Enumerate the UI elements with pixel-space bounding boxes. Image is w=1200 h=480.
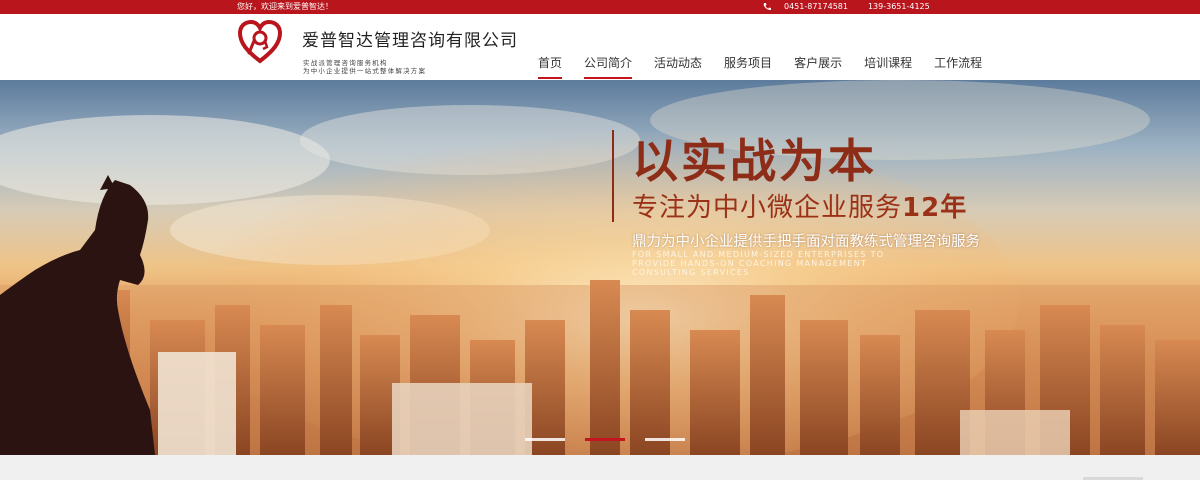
banner-english-text: FOR SMALL AND MEDIUM-SIZED ENTERPRISES T…: [632, 250, 885, 277]
welcome-text: 您好，欢迎来到爱普智达！: [237, 2, 333, 11]
nav-item-about[interactable]: 公司简介: [584, 54, 633, 79]
headline-divider: [612, 130, 614, 222]
slogan-line-2: 为中小企业提供一站式整体解决方案: [303, 67, 427, 75]
banner-description: 鼎力为中小企业提供手把手面对面教练式管理咨询服务: [632, 234, 980, 250]
banner-subline-number: 12年: [902, 193, 968, 223]
nav-item-home[interactable]: 首页: [538, 54, 563, 79]
slider-dot-2[interactable]: [585, 438, 625, 441]
heart-logo-icon[interactable]: [237, 19, 283, 65]
banner-subline: 专注为中小微企业服务12年: [632, 187, 967, 224]
company-name: 爱普智达管理咨询有限公司: [302, 31, 518, 51]
banner-headline: 以实战为本: [632, 134, 877, 188]
top-bar: 您好，欢迎来到爱普智达！ 0451-87174581 139-3651-4125: [0, 0, 1200, 14]
banner-subline-main: 专注为中小微企业服务: [632, 193, 903, 223]
nav-item-workflow[interactable]: 工作流程: [934, 54, 982, 79]
content-section-top: [0, 455, 1200, 480]
slider-dot-1[interactable]: [525, 438, 565, 441]
phone-icon: [763, 3, 771, 11]
nav-item-training[interactable]: 培训课程: [864, 54, 912, 79]
main-nav: 首页 公司简介 活动动态 服务项目 客户展示 培训课程 工作流程: [538, 54, 1004, 79]
site-header: 爱普智达管理咨询有限公司 实战派管理咨询服务机构 为中小企业提供一站式整体解决方…: [0, 14, 1200, 80]
nav-item-services[interactable]: 服务项目: [724, 54, 772, 79]
phone-number-1[interactable]: 0451-87174581: [784, 0, 848, 14]
nav-item-news[interactable]: 活动动态: [654, 54, 702, 79]
slider-pagination: [525, 438, 705, 441]
phone-number-2[interactable]: 139-3651-4125: [868, 0, 930, 14]
banner-background-image: [0, 80, 1200, 455]
contact-phones: 0451-87174581 139-3651-4125: [762, 0, 930, 14]
hero-banner[interactable]: 以实战为本 专注为中小微企业服务12年 鼎力为中小企业提供手把手面对面教练式管理…: [0, 80, 1200, 455]
nav-item-clients[interactable]: 客户展示: [794, 54, 842, 79]
slider-dot-3[interactable]: [645, 438, 685, 441]
